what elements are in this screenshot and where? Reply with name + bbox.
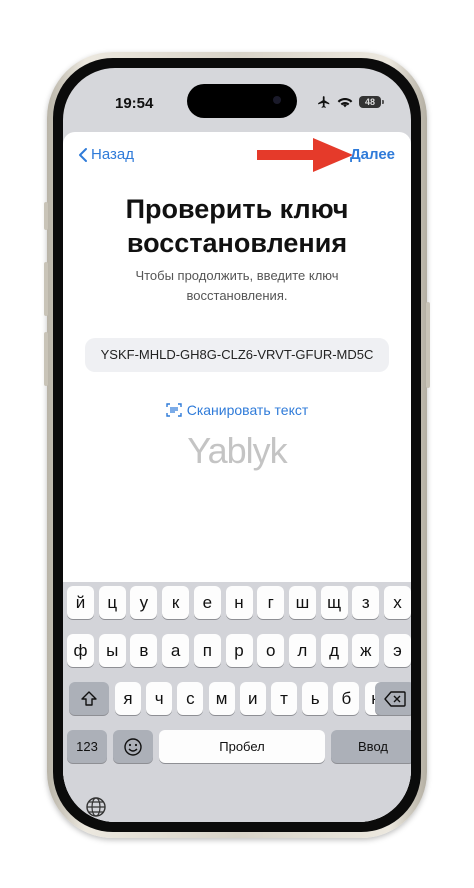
status-time: 19:54 bbox=[115, 95, 154, 112]
key-б[interactable]: б bbox=[333, 682, 360, 715]
scan-text-icon bbox=[166, 403, 182, 417]
back-button-label: Назад bbox=[91, 146, 134, 163]
key-щ[interactable]: щ bbox=[320, 586, 348, 619]
key-и[interactable]: и bbox=[239, 682, 266, 715]
key-с[interactable]: с bbox=[177, 682, 204, 715]
key-о[interactable]: о bbox=[257, 634, 285, 667]
return-key[interactable]: Ввод bbox=[331, 730, 411, 763]
emoji-key[interactable] bbox=[113, 730, 153, 763]
phone-frame: 19:54 48 Назад Далее Проверить ключ восс… bbox=[44, 52, 430, 838]
key-н[interactable]: н bbox=[225, 586, 253, 619]
next-button[interactable]: Далее bbox=[350, 146, 395, 163]
chevron-left-icon bbox=[79, 147, 87, 162]
key-л[interactable]: л bbox=[288, 634, 316, 667]
key-у[interactable]: у bbox=[130, 586, 158, 619]
watermark-logo: Yablyk bbox=[187, 430, 287, 471]
key-п[interactable]: п bbox=[193, 634, 221, 667]
page-title: Проверить ключ восстановления bbox=[63, 192, 411, 260]
globe-button[interactable] bbox=[85, 796, 107, 822]
page-subtitle: Чтобы продолжить, введите ключ восстанов… bbox=[103, 266, 371, 306]
space-key[interactable]: Пробел bbox=[159, 730, 325, 763]
key-ь[interactable]: ь bbox=[302, 682, 329, 715]
status-icons: 48 bbox=[317, 95, 384, 109]
key-й[interactable]: й bbox=[67, 586, 94, 619]
key-д[interactable]: д bbox=[320, 634, 348, 667]
key-р[interactable]: р bbox=[225, 634, 253, 667]
volume-down-button bbox=[44, 332, 48, 386]
scan-text-label: Сканировать текст bbox=[186, 402, 309, 418]
delete-icon bbox=[384, 690, 406, 707]
airplane-icon bbox=[318, 96, 330, 108]
key-в[interactable]: в bbox=[130, 634, 158, 667]
key-м[interactable]: м bbox=[208, 682, 235, 715]
action-button bbox=[44, 202, 48, 230]
shift-key[interactable] bbox=[69, 682, 109, 715]
key-я[interactable]: я bbox=[115, 682, 141, 715]
keyboard: йцукенгшщзх фывапролджэ ячсмитьбю 123 bbox=[63, 582, 411, 822]
phone-bezel: 19:54 48 Назад Далее Проверить ключ восс… bbox=[53, 58, 421, 832]
shift-icon bbox=[81, 690, 97, 706]
red-arrow-annotation bbox=[257, 138, 353, 172]
globe-icon bbox=[86, 797, 106, 817]
screen: 19:54 48 Назад Далее Проверить ключ восс… bbox=[63, 68, 411, 822]
title-line-1: Проверить ключ bbox=[125, 194, 349, 224]
emoji-icon bbox=[124, 737, 142, 756]
numbers-key[interactable]: 123 bbox=[67, 730, 107, 763]
key-х[interactable]: х bbox=[384, 586, 411, 619]
key-ы[interactable]: ы bbox=[98, 634, 126, 667]
key-к[interactable]: к bbox=[162, 586, 190, 619]
wifi-icon bbox=[337, 98, 353, 108]
volume-up-button bbox=[44, 262, 48, 316]
key-г[interactable]: г bbox=[257, 586, 285, 619]
dynamic-island bbox=[187, 84, 297, 118]
key-э[interactable]: э bbox=[384, 634, 411, 667]
key-ц[interactable]: ц bbox=[98, 586, 126, 619]
key-з[interactable]: з bbox=[352, 586, 380, 619]
key-ш[interactable]: ш bbox=[288, 586, 316, 619]
recovery-key-input[interactable]: YSKF-MHLD-GH8G-CLZ6-VRVT-GFUR-MD5C bbox=[85, 338, 389, 372]
battery-indicator: 48 bbox=[359, 96, 384, 108]
key-ч[interactable]: ч bbox=[146, 682, 173, 715]
key-т[interactable]: т bbox=[271, 682, 297, 715]
delete-key[interactable] bbox=[375, 682, 411, 715]
subtitle-line-1: Чтобы продолжить, введите ключ bbox=[135, 268, 339, 283]
back-button[interactable]: Назад bbox=[77, 146, 134, 163]
title-line-2: восстановления bbox=[126, 228, 348, 258]
subtitle-line-2: восстановления. bbox=[186, 288, 288, 303]
power-button bbox=[426, 302, 430, 388]
key-ж[interactable]: ж bbox=[352, 634, 380, 667]
scan-text-button[interactable]: Сканировать текст bbox=[63, 402, 411, 418]
key-е[interactable]: е bbox=[193, 586, 221, 619]
key-а[interactable]: а bbox=[162, 634, 190, 667]
key-ф[interactable]: ф bbox=[67, 634, 94, 667]
